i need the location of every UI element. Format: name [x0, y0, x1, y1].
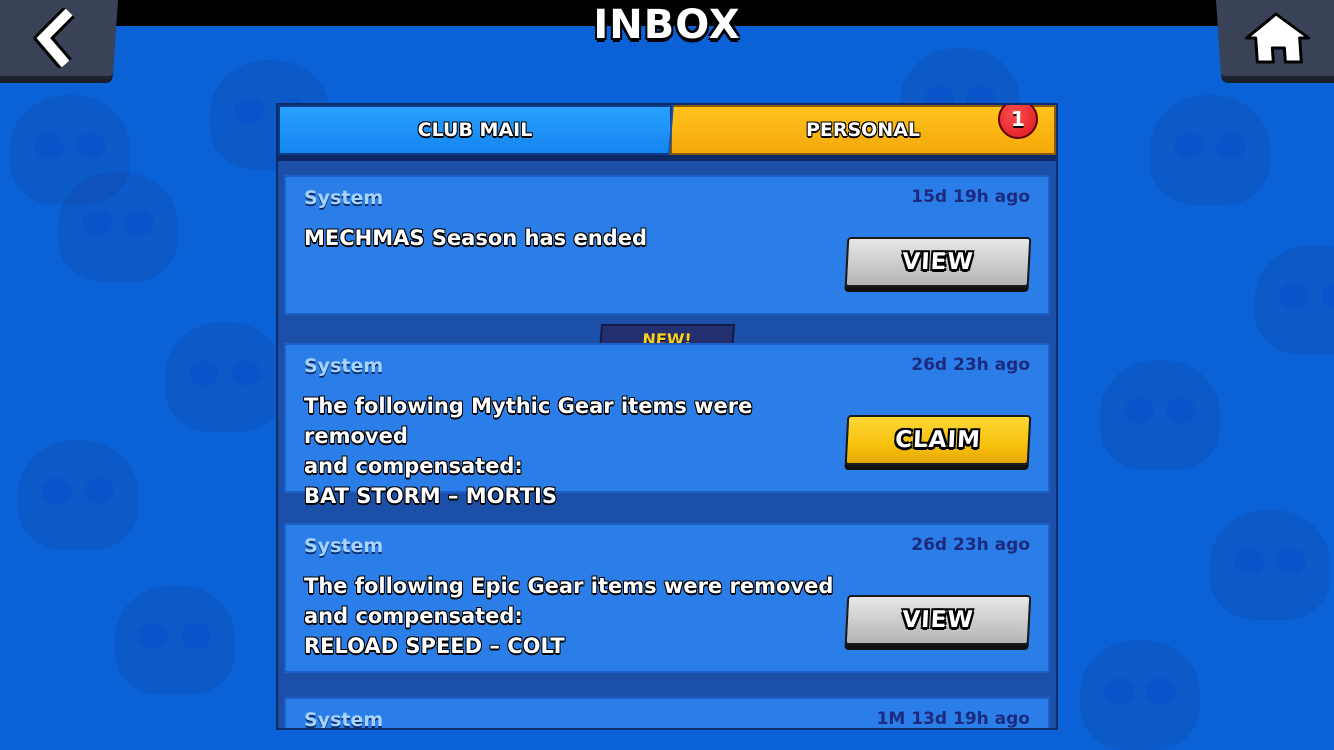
- tab-label: CLUB MAIL: [417, 119, 533, 141]
- message-sender: System: [304, 187, 384, 209]
- message-time: 1M 13d 19h ago: [876, 709, 1030, 729]
- message-body: MECHMAS Season has ended: [304, 223, 834, 253]
- message-time: 26d 23h ago: [911, 535, 1030, 555]
- skull-icon: [1150, 95, 1270, 205]
- message-line: and compensated:: [304, 454, 523, 478]
- tab-bar: CLUB MAIL PERSONAL 1: [278, 105, 1056, 161]
- skull-icon: [1080, 640, 1200, 750]
- skull-icon: [165, 322, 285, 432]
- message-body: The following Mythic Gear items were rem…: [304, 391, 834, 511]
- message-line: MECHMAS Season has ended: [304, 226, 647, 250]
- inbox-panel: CLUB MAIL PERSONAL 1 System 15d 19h ago …: [276, 103, 1058, 730]
- skull-icon: [1210, 510, 1330, 620]
- message-line: The following Mythic Gear items were rem…: [304, 394, 753, 448]
- message-card: System 1M 13d 19h ago: [284, 697, 1050, 730]
- message-card: System 26d 23h ago The following Epic Ge…: [284, 523, 1050, 673]
- view-button[interactable]: VIEW: [844, 237, 1032, 287]
- skull-icon: [58, 172, 178, 282]
- tab-label: PERSONAL: [805, 119, 921, 141]
- skull-icon: [18, 440, 138, 550]
- message-line: and compensated:: [304, 604, 523, 628]
- view-button[interactable]: VIEW: [844, 595, 1032, 645]
- tab-divider: [278, 155, 1056, 161]
- message-sender: System: [304, 709, 384, 730]
- claim-button[interactable]: CLAIM: [844, 415, 1032, 465]
- message-line: The following Epic Gear items were remov…: [304, 574, 834, 598]
- skull-icon: [115, 585, 235, 695]
- message-line: RELOAD SPEED – COLT: [304, 634, 565, 658]
- skull-icon: [1255, 245, 1334, 355]
- message-time: 26d 23h ago: [911, 355, 1030, 375]
- tab-club-mail[interactable]: CLUB MAIL: [278, 105, 672, 155]
- message-sender: System: [304, 535, 384, 557]
- message-sender: System: [304, 355, 384, 377]
- message-card: System 26d 23h ago The following Mythic …: [284, 343, 1050, 508]
- page-title: INBOX: [593, 2, 741, 48]
- message-time: 15d 19h ago: [911, 187, 1030, 207]
- message-body: The following Epic Gear items were remov…: [304, 571, 834, 661]
- message-line: BAT STORM – MORTIS: [304, 484, 557, 508]
- skull-icon: [1100, 360, 1220, 470]
- message-card: System 15d 19h ago MECHMAS Season has en…: [284, 175, 1050, 315]
